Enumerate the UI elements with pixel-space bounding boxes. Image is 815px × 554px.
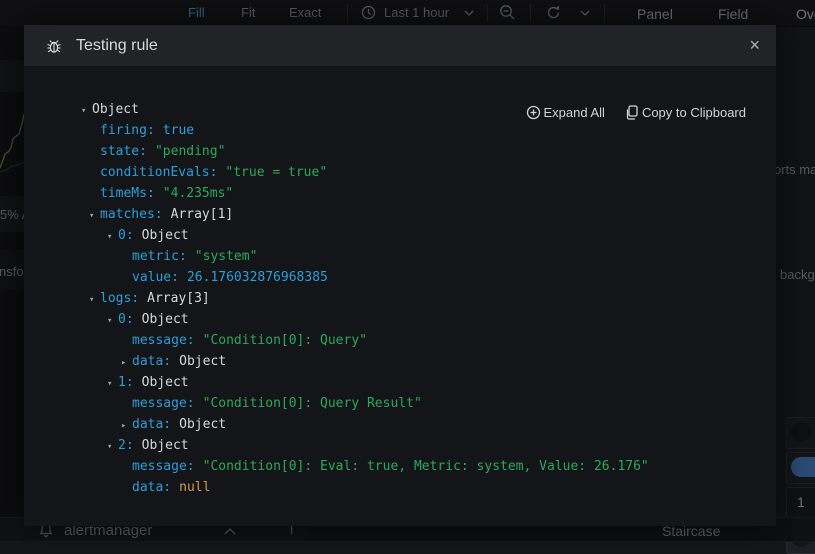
json-value: "system" xyxy=(195,249,258,264)
json-tree-row[interactable]: ▾2: Object xyxy=(24,435,776,456)
json-actions: Expand All Copy to Clipboard xyxy=(526,105,747,120)
json-key: message: xyxy=(132,396,195,411)
json-value: "true = true" xyxy=(225,165,327,180)
json-key: firing: xyxy=(100,123,155,138)
collapse-toggle-icon[interactable]: ▾ xyxy=(81,101,92,122)
copy-to-clipboard-button[interactable]: Copy to Clipboard xyxy=(625,105,746,120)
json-key: message: xyxy=(132,459,195,474)
json-key: timeMs: xyxy=(100,186,155,201)
json-tree-row: data: null xyxy=(24,477,776,498)
json-value: "4.235ms" xyxy=(163,186,233,201)
json-tree-row: metric: "system" xyxy=(24,246,776,267)
json-tree-row: message: "Condition[0]: Eval: true, Metri… xyxy=(24,456,776,477)
json-tree-row[interactable]: ▾0: Object xyxy=(24,309,776,330)
json-value: Object xyxy=(179,417,226,432)
json-key: 0: xyxy=(118,312,134,327)
json-key: data: xyxy=(132,480,171,495)
json-key: logs: xyxy=(100,291,139,306)
expand-all-label: Expand All xyxy=(544,105,605,120)
expand-toggle-icon[interactable]: ▸ xyxy=(121,353,132,374)
testing-rule-modal: Testing rule × Expand All Copy to Clipbo… xyxy=(24,25,776,526)
json-value: 26.176032876968385 xyxy=(187,270,328,285)
json-value: Object xyxy=(179,354,226,369)
json-tree-row[interactable]: ▸data: Object xyxy=(24,414,776,435)
json-key: data: xyxy=(132,354,171,369)
json-value: "pending" xyxy=(155,144,225,159)
json-key: 2: xyxy=(118,438,134,453)
json-value: Array[3] xyxy=(147,291,210,306)
json-tree-row[interactable]: ▾0: Object xyxy=(24,225,776,246)
json-tree-row: timeMs: "4.235ms" xyxy=(24,183,776,204)
json-key: 0: xyxy=(118,228,134,243)
collapse-toggle-icon[interactable]: ▾ xyxy=(107,227,118,248)
json-value: "Condition[0]: Eval: true, Metric: syste… xyxy=(203,459,649,474)
json-value: "Condition[0]: Query Result" xyxy=(203,396,422,411)
json-key: value: xyxy=(132,270,179,285)
collapse-toggle-icon[interactable]: ▾ xyxy=(107,374,118,395)
modal-header: Testing rule × xyxy=(24,25,776,66)
collapse-toggle-icon[interactable]: ▾ xyxy=(107,437,118,458)
json-value: Array[1] xyxy=(171,207,234,222)
json-tree-row: state: "pending" xyxy=(24,141,776,162)
json-tree: ▾Objectfiring:truestate:"pending"conditi… xyxy=(24,99,776,498)
close-icon[interactable]: × xyxy=(749,34,760,56)
collapse-toggle-icon[interactable]: ▾ xyxy=(89,290,100,311)
modal-title: Testing rule xyxy=(76,37,158,55)
json-tree-row: message: "Condition[0]: Query Result" xyxy=(24,393,776,414)
copy-to-clipboard-label: Copy to Clipboard xyxy=(642,105,746,120)
json-tree-row: conditionEvals: "true = true" xyxy=(24,162,776,183)
collapse-toggle-icon[interactable]: ▾ xyxy=(89,206,100,227)
json-key: conditionEvals: xyxy=(100,165,217,180)
expand-all-button[interactable]: Expand All xyxy=(526,105,605,120)
json-value: Object xyxy=(142,312,189,327)
json-tree-row: value: 26.176032876968385 xyxy=(24,267,776,288)
copy-icon xyxy=(625,105,639,120)
json-value: null xyxy=(179,480,210,495)
json-tree-row[interactable]: ▾logs: Array[3] xyxy=(24,288,776,309)
json-value: Object xyxy=(92,102,139,117)
json-value: "Condition[0]: Query" xyxy=(203,333,367,348)
json-value: Object xyxy=(142,438,189,453)
json-tree-row: firing: true xyxy=(24,120,776,141)
json-value: Object xyxy=(142,375,189,390)
json-value: Object xyxy=(142,228,189,243)
json-key: data: xyxy=(132,417,171,432)
json-key: state: xyxy=(100,144,147,159)
json-tree-row[interactable]: ▾matches: Array[1] xyxy=(24,204,776,225)
json-key: matches: xyxy=(100,207,163,222)
json-key: metric: xyxy=(132,249,187,264)
bug-icon xyxy=(45,37,63,55)
json-tree-row[interactable]: ▸data: Object xyxy=(24,351,776,372)
circle-plus-icon xyxy=(526,105,541,120)
json-tree-row[interactable]: ▾1: Object xyxy=(24,372,776,393)
json-value: true xyxy=(163,123,194,138)
collapse-toggle-icon[interactable]: ▾ xyxy=(107,311,118,332)
expand-toggle-icon[interactable]: ▸ xyxy=(121,416,132,437)
json-tree-row: message: "Condition[0]: Query" xyxy=(24,330,776,351)
json-key: 1: xyxy=(118,375,134,390)
json-key: message: xyxy=(132,333,195,348)
